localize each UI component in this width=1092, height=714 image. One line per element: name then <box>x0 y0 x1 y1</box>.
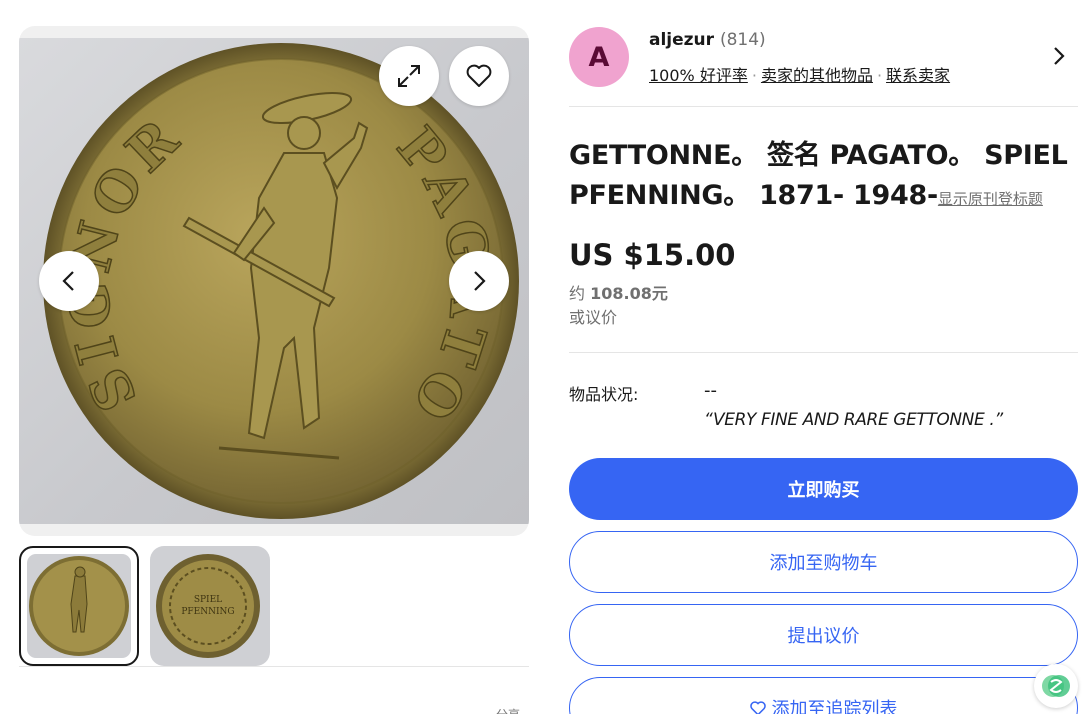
chevron-right-icon <box>1054 47 1065 65</box>
share-link-partial[interactable]: 分享 <box>496 706 520 714</box>
condition-value: -- <box>704 380 717 401</box>
thumbnail-1[interactable] <box>19 546 139 666</box>
condition-description: “VERY FINE AND RARE GETTONNE .” <box>704 410 1003 430</box>
positive-feedback-link[interactable]: 100% 好评率 <box>649 66 748 85</box>
add-to-cart-button[interactable]: 添加至购物车 <box>569 531 1078 593</box>
seller-card: A aljezur (814) 100% 好评率 · 卖家的其他物品 · 联系卖家 <box>569 27 1078 107</box>
thumbnail-2[interactable]: SPIEL PFENNING <box>150 546 270 666</box>
seller-links: 100% 好评率 · 卖家的其他物品 · 联系卖家 <box>649 62 950 86</box>
listing-title: GETTONNE。 签名 PAGATO。 SPIEL PFENNING。 187… <box>569 136 1074 219</box>
section-divider <box>569 106 1078 107</box>
or-best-offer: 或议价 <box>569 308 618 327</box>
approx-value: 108.08元 <box>590 284 668 303</box>
add-to-watchlist-button[interactable]: 添加至追踪列表 <box>569 677 1078 714</box>
approx-prefix: 约 <box>569 284 586 303</box>
seller-avatar[interactable]: A <box>569 27 629 87</box>
svg-text:SPIEL: SPIEL <box>194 595 222 605</box>
gallery-divider <box>19 666 529 667</box>
chevron-left-icon <box>62 271 74 291</box>
buy-now-button[interactable]: 立即购买 <box>569 458 1078 520</box>
heart-icon <box>466 64 492 87</box>
contact-seller-link[interactable]: 联系卖家 <box>886 66 950 85</box>
image-gallery: SIGNOR PAGATO <box>19 26 529 536</box>
make-offer-button[interactable]: 提出议价 <box>569 604 1078 666</box>
section-divider <box>569 352 1078 353</box>
thumbnail-strip: SPIEL PFENNING <box>19 546 529 666</box>
previous-image-button[interactable] <box>39 251 99 311</box>
seller-name[interactable]: aljezur <box>649 30 714 50</box>
heart-icon <box>749 700 766 714</box>
show-original-title-link[interactable]: 显示原刊登标题 <box>938 190 1043 208</box>
expand-icon <box>398 65 420 87</box>
seller-feedback-count[interactable]: (814) <box>720 30 766 50</box>
watch-heart-button[interactable] <box>449 46 509 106</box>
approx-price: 约 108.08元 <box>569 280 668 304</box>
svg-text:PFENNING: PFENNING <box>181 607 234 617</box>
next-image-button[interactable] <box>449 251 509 311</box>
seller-details-button[interactable] <box>1052 45 1066 71</box>
price: US $15.00 <box>569 238 736 272</box>
separator: · <box>751 66 757 85</box>
condition-label: 物品状况: <box>569 385 639 404</box>
assistant-logo-icon <box>1042 675 1070 697</box>
chevron-right-icon <box>474 271 486 291</box>
assistant-floating-button[interactable] <box>1034 664 1078 708</box>
product-page: SIGNOR PAGATO <box>0 0 1092 714</box>
separator: · <box>876 66 883 85</box>
seller-other-items-link[interactable]: 卖家的其他物品 <box>761 66 873 85</box>
add-to-watchlist-label: 添加至追踪列表 <box>771 699 898 714</box>
seller-name-row: aljezur (814) <box>649 30 766 50</box>
expand-image-button[interactable] <box>379 46 439 106</box>
